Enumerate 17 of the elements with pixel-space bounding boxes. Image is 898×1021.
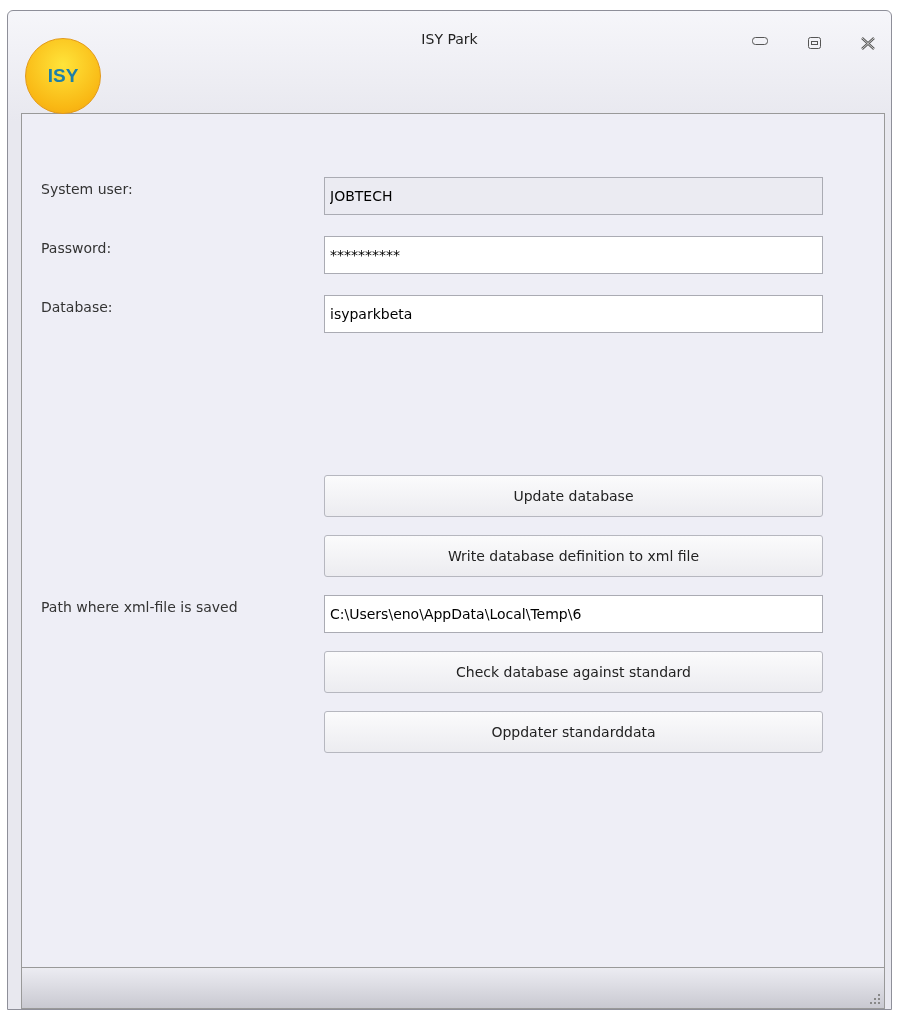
path-field[interactable]: C:\Users\eno\AppData\Local\Temp\6 bbox=[324, 595, 823, 633]
field-label: Password: bbox=[41, 239, 113, 258]
field-label: System user: bbox=[41, 180, 134, 199]
action-button[interactable]: Update database bbox=[324, 475, 823, 517]
maximize-icon[interactable] bbox=[808, 37, 821, 49]
action-button[interactable]: Check database against standard bbox=[324, 651, 823, 693]
action-button[interactable]: Write database definition to xml file bbox=[324, 535, 823, 577]
close-icon[interactable] bbox=[861, 37, 875, 50]
resize-grip-icon[interactable] bbox=[869, 993, 881, 1005]
text-field[interactable]: ********** bbox=[324, 236, 823, 274]
action-button[interactable]: Oppdater standarddata bbox=[324, 711, 823, 753]
window-title: ISY Park bbox=[421, 31, 478, 49]
text-field[interactable]: isyparkbeta bbox=[324, 295, 823, 333]
app-logo: ISY bbox=[25, 38, 101, 114]
field-label: Database: bbox=[41, 298, 114, 317]
field-label: Path where xml-file is saved bbox=[41, 598, 239, 617]
minimize-icon[interactable] bbox=[752, 37, 768, 45]
